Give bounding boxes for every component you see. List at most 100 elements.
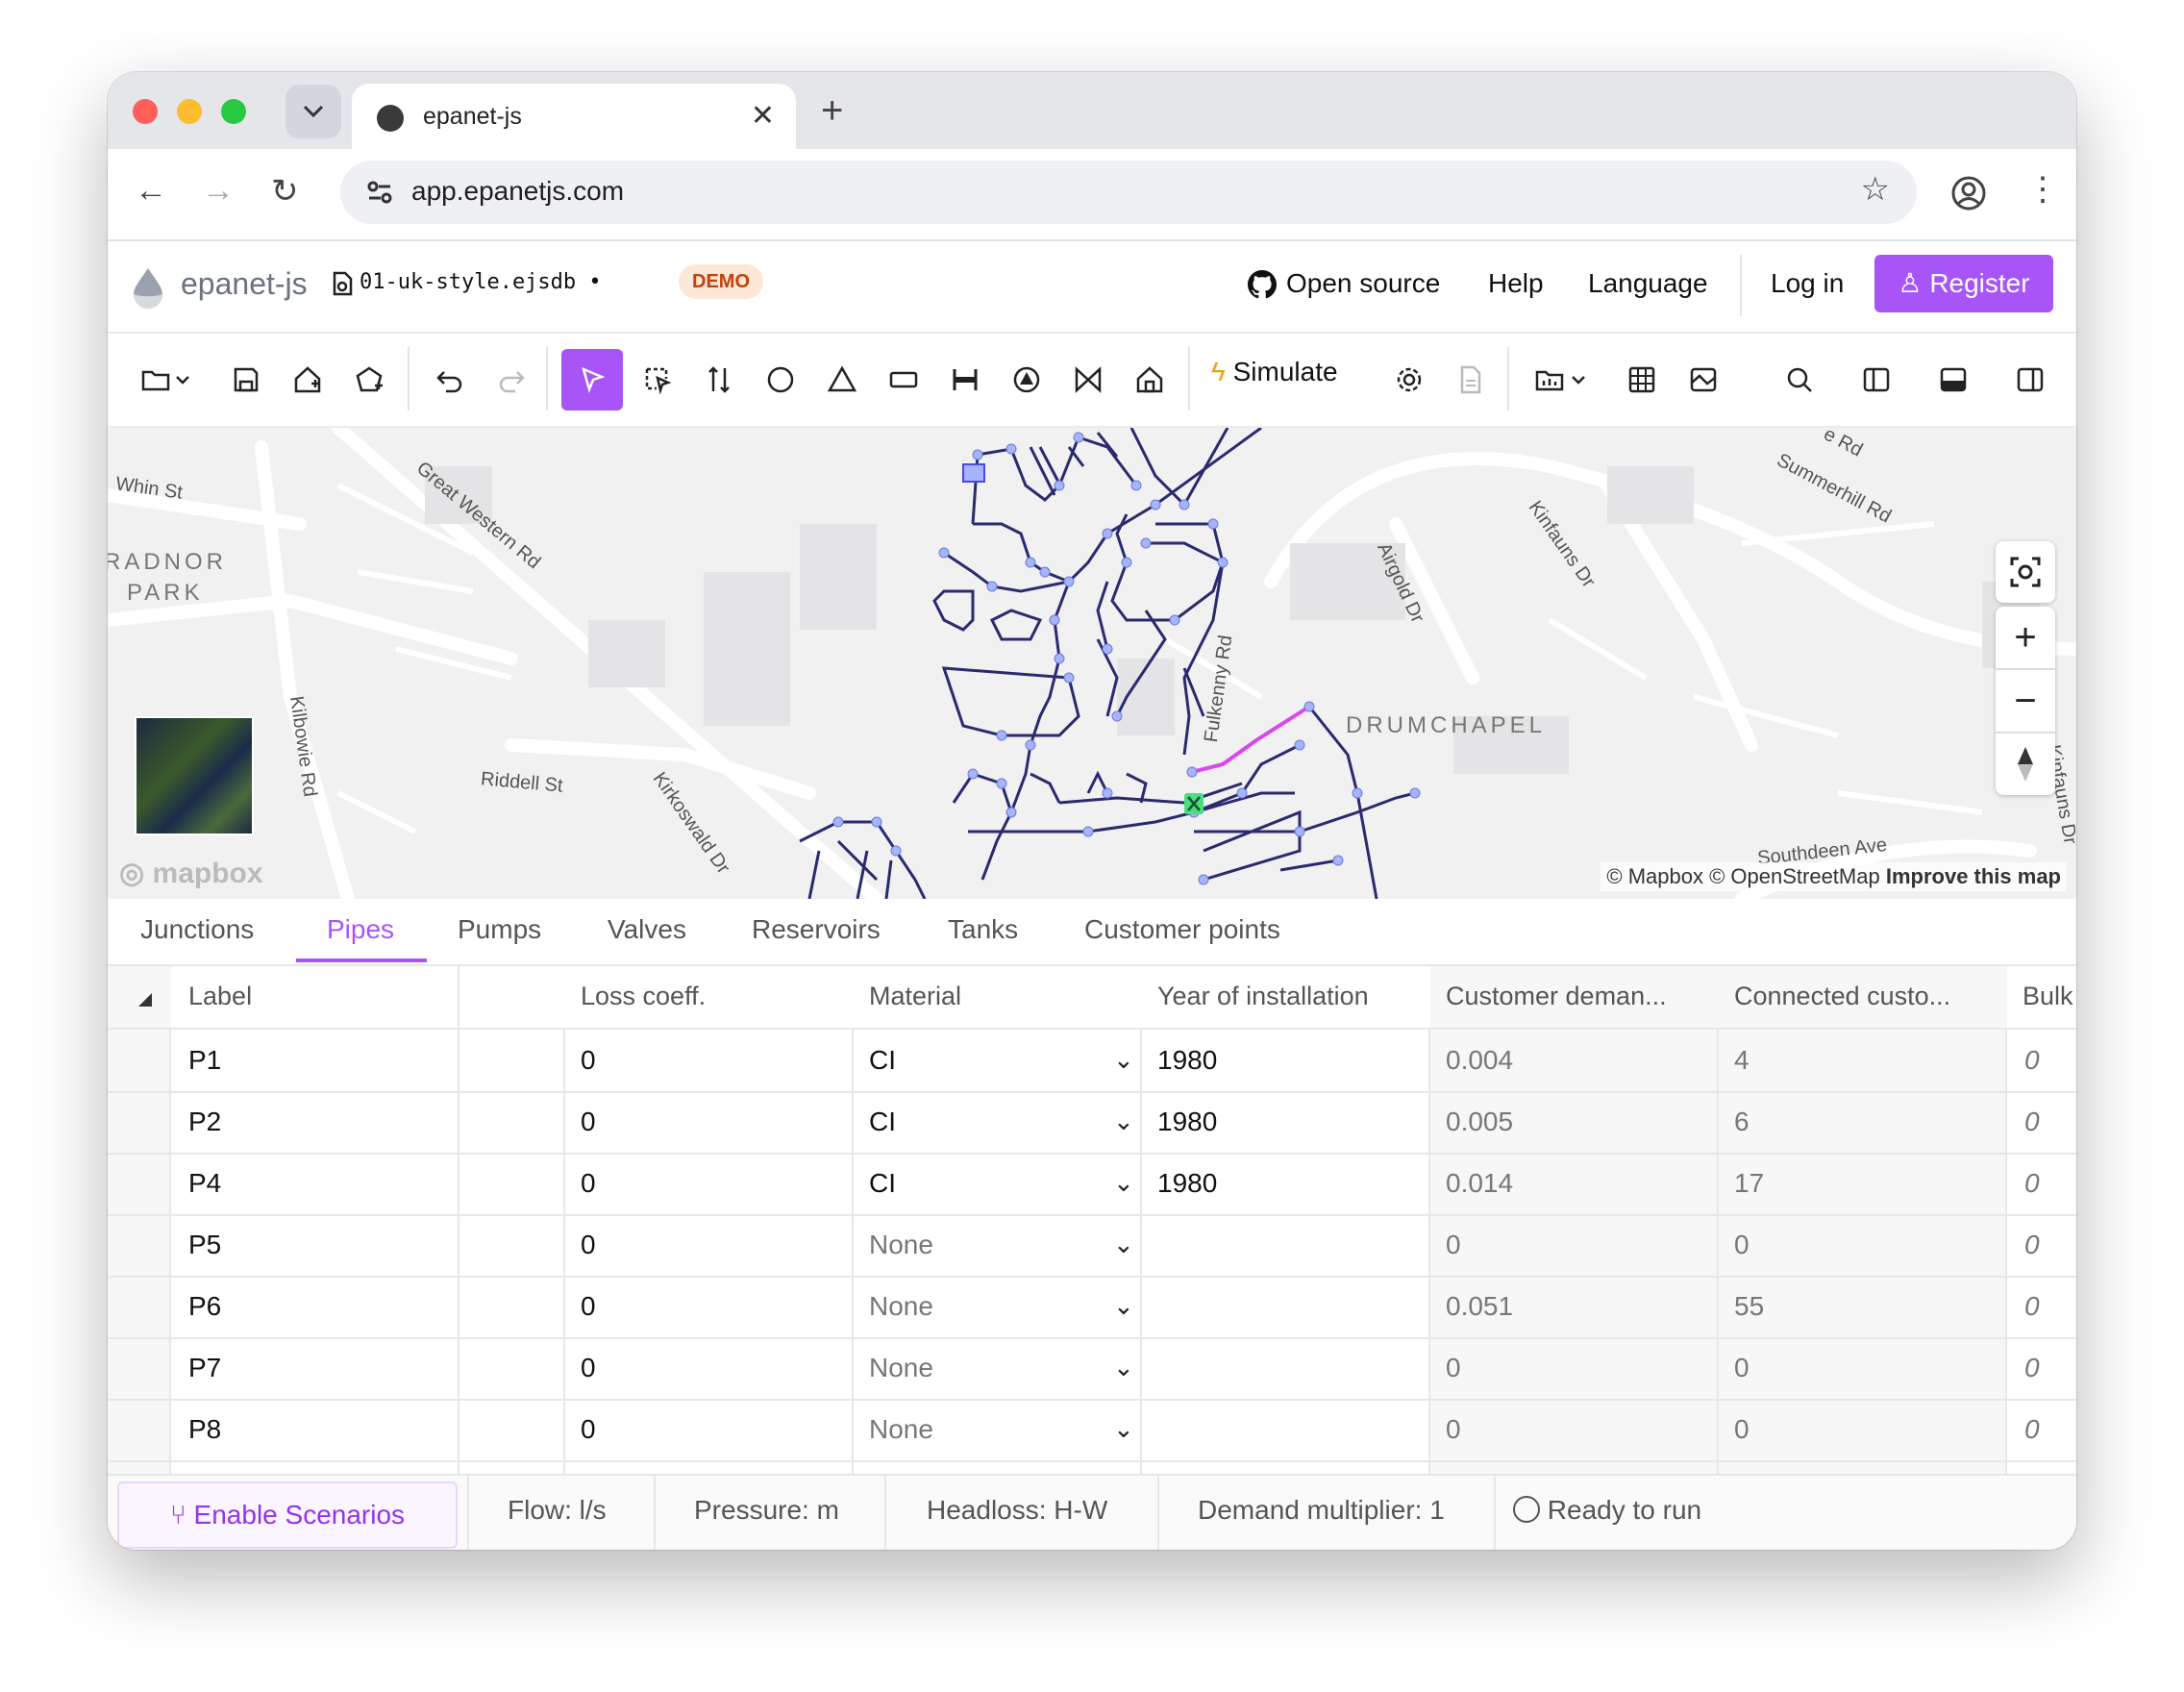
cell-material[interactable]: None — [869, 1230, 933, 1260]
browser-menu-icon[interactable]: ⋮ — [2026, 170, 2059, 209]
cell-label[interactable]: P1 — [188, 1045, 221, 1076]
cell-year[interactable]: 1980 — [1157, 1045, 1217, 1076]
draw-pipe-icon[interactable] — [700, 361, 738, 399]
locate-control[interactable] — [1996, 541, 2055, 603]
column-header-year[interactable]: Year of installation — [1157, 982, 1369, 1011]
pressure-units[interactable]: Pressure: m — [694, 1495, 839, 1526]
site-settings-icon[interactable] — [361, 174, 398, 211]
column-header-loss-coeff[interactable]: Loss coeff. — [581, 982, 706, 1011]
chevron-down-icon[interactable] — [173, 361, 192, 399]
bookmark-star-icon[interactable]: ☆ — [1861, 170, 1890, 209]
cell-material[interactable]: CI — [869, 1168, 896, 1199]
open-file-icon[interactable] — [136, 361, 175, 399]
cell-label[interactable]: P5 — [188, 1230, 221, 1260]
profile-icon[interactable] — [1949, 174, 1988, 212]
bottom-panel-toggle-icon[interactable] — [1934, 361, 1973, 399]
chevron-down-icon[interactable]: ⌄ — [1113, 1168, 1134, 1198]
tab-pipes[interactable]: Pipes — [327, 914, 394, 945]
zoom-in-icon[interactable]: + — [1996, 607, 2055, 670]
cell-label[interactable]: P4 — [188, 1168, 221, 1199]
save-as-home-icon[interactable] — [288, 361, 327, 399]
flow-units[interactable]: Flow: l/s — [508, 1495, 607, 1526]
select-all-icon[interactable] — [138, 993, 152, 1007]
column-header-label[interactable]: Label — [188, 982, 252, 1011]
simulation-settings-icon[interactable] — [1390, 361, 1428, 399]
map-canvas[interactable] — [108, 428, 2076, 899]
reload-button[interactable]: ↻ — [271, 172, 299, 211]
close-window-button[interactable] — [133, 99, 158, 124]
cell-year[interactable]: 1980 — [1157, 1168, 1217, 1199]
browser-tab[interactable]: epanet-js ✕ — [352, 84, 796, 149]
cell-material[interactable]: CI — [869, 1107, 896, 1137]
cell-year[interactable]: 1980 — [1157, 1107, 1217, 1137]
pipe-segment-icon[interactable] — [946, 361, 984, 399]
chevron-down-icon[interactable]: ⌄ — [1113, 1414, 1134, 1444]
tank-marker[interactable] — [962, 463, 985, 483]
table-row[interactable]: P2 0 CI ⌄ 1980 0.005 6 0 — [108, 1091, 2076, 1155]
cell-loss-coeff[interactable]: 0 — [581, 1230, 596, 1260]
tab-search-button[interactable] — [285, 85, 341, 138]
headloss-formula[interactable]: Headloss: H-W — [927, 1495, 1107, 1526]
map-layers-icon[interactable] — [1684, 361, 1723, 399]
cell-loss-coeff[interactable]: 0 — [581, 1414, 596, 1445]
save-icon[interactable] — [227, 361, 265, 399]
cell-loss-coeff[interactable]: 0 — [581, 1168, 596, 1199]
undo-icon[interactable] — [431, 361, 469, 399]
chevron-down-icon[interactable]: ⌄ — [1113, 1353, 1134, 1382]
tab-customer-points[interactable]: Customer points — [1084, 914, 1280, 945]
column-header-connected-customers[interactable]: Connected custo... — [1734, 982, 1950, 1011]
close-tab-icon[interactable]: ✕ — [751, 99, 775, 133]
valve-marker[interactable] — [1184, 793, 1204, 814]
simulate-button[interactable]: ϟ Simulate — [1211, 357, 1338, 387]
chevron-down-icon[interactable]: ⌄ — [1113, 1230, 1134, 1259]
table-row[interactable]: P5 0 None ⌄ 0 0 0 — [108, 1214, 2076, 1278]
reservoir-icon[interactable] — [823, 361, 861, 399]
minimize-window-button[interactable] — [177, 99, 202, 124]
chevron-down-icon[interactable]: ⌄ — [1113, 1291, 1134, 1321]
address-bar[interactable]: app.epanetjs.com ☆ — [340, 161, 1917, 224]
redo-icon[interactable] — [492, 361, 531, 399]
customer-point-icon[interactable] — [1130, 361, 1169, 399]
chart-folder-icon[interactable] — [1530, 361, 1569, 399]
chevron-down-icon[interactable] — [1569, 361, 1588, 399]
table-row[interactable]: P4 0 CI ⌄ 1980 0.014 17 0 — [108, 1153, 2076, 1216]
column-header-material[interactable]: Material — [869, 982, 961, 1011]
improve-map-link[interactable]: Improve this map — [1886, 864, 2061, 888]
lasso-select-icon[interactable] — [638, 361, 677, 399]
left-panel-toggle-icon[interactable] — [1857, 361, 1896, 399]
satellite-basemap-toggle[interactable] — [135, 716, 254, 835]
column-header-bulk[interactable]: Bulk — [2023, 982, 2073, 1011]
table-icon[interactable] — [1623, 361, 1661, 399]
right-panel-toggle-icon[interactable] — [2011, 361, 2049, 399]
cell-loss-coeff[interactable]: 0 — [581, 1045, 596, 1076]
zoom-out-icon[interactable]: − — [1996, 670, 2055, 734]
table-row[interactable]: P8 0 None ⌄ 0 0 0 — [108, 1399, 2076, 1462]
tab-valves[interactable]: Valves — [608, 914, 686, 945]
cell-material[interactable]: CI — [869, 1045, 896, 1076]
cell-material[interactable]: None — [869, 1291, 933, 1322]
table-row[interactable]: P1 0 CI ⌄ 1980 0.004 4 0 — [108, 1030, 2076, 1093]
cell-label[interactable]: P8 — [188, 1414, 221, 1445]
help-link[interactable]: Help — [1488, 268, 1544, 299]
language-link[interactable]: Language — [1588, 268, 1708, 299]
network-map[interactable]: Whin St Great Western Rd Kilbowie Rd Rid… — [108, 428, 2076, 899]
chevron-down-icon[interactable]: ⌄ — [1113, 1107, 1134, 1136]
back-button[interactable]: ← — [135, 172, 167, 210]
tab-junctions[interactable]: Junctions — [140, 914, 254, 945]
login-link[interactable]: Log in — [1771, 268, 1844, 299]
enable-scenarios-button[interactable]: ⑂ Enable Scenarios — [117, 1481, 458, 1549]
cell-loss-coeff[interactable]: 0 — [581, 1291, 596, 1322]
cell-label[interactable]: P6 — [188, 1291, 221, 1322]
new-shape-icon[interactable] — [350, 361, 388, 399]
valve-icon[interactable] — [1069, 361, 1107, 399]
table-row[interactable]: P7 0 None ⌄ 0 0 0 — [108, 1337, 2076, 1401]
select-tool-icon[interactable] — [561, 349, 623, 411]
junction-icon[interactable] — [761, 361, 800, 399]
tab-pumps[interactable]: Pumps — [458, 914, 541, 945]
cell-loss-coeff[interactable]: 0 — [581, 1353, 596, 1383]
file-name[interactable]: 01-uk-style.ejsdb • — [360, 270, 602, 294]
chevron-down-icon[interactable]: ⌄ — [1113, 1045, 1134, 1075]
compass-icon[interactable] — [1996, 734, 2055, 795]
register-button[interactable]: ♙ Register — [1874, 255, 2053, 312]
forward-button[interactable]: → — [202, 172, 235, 210]
